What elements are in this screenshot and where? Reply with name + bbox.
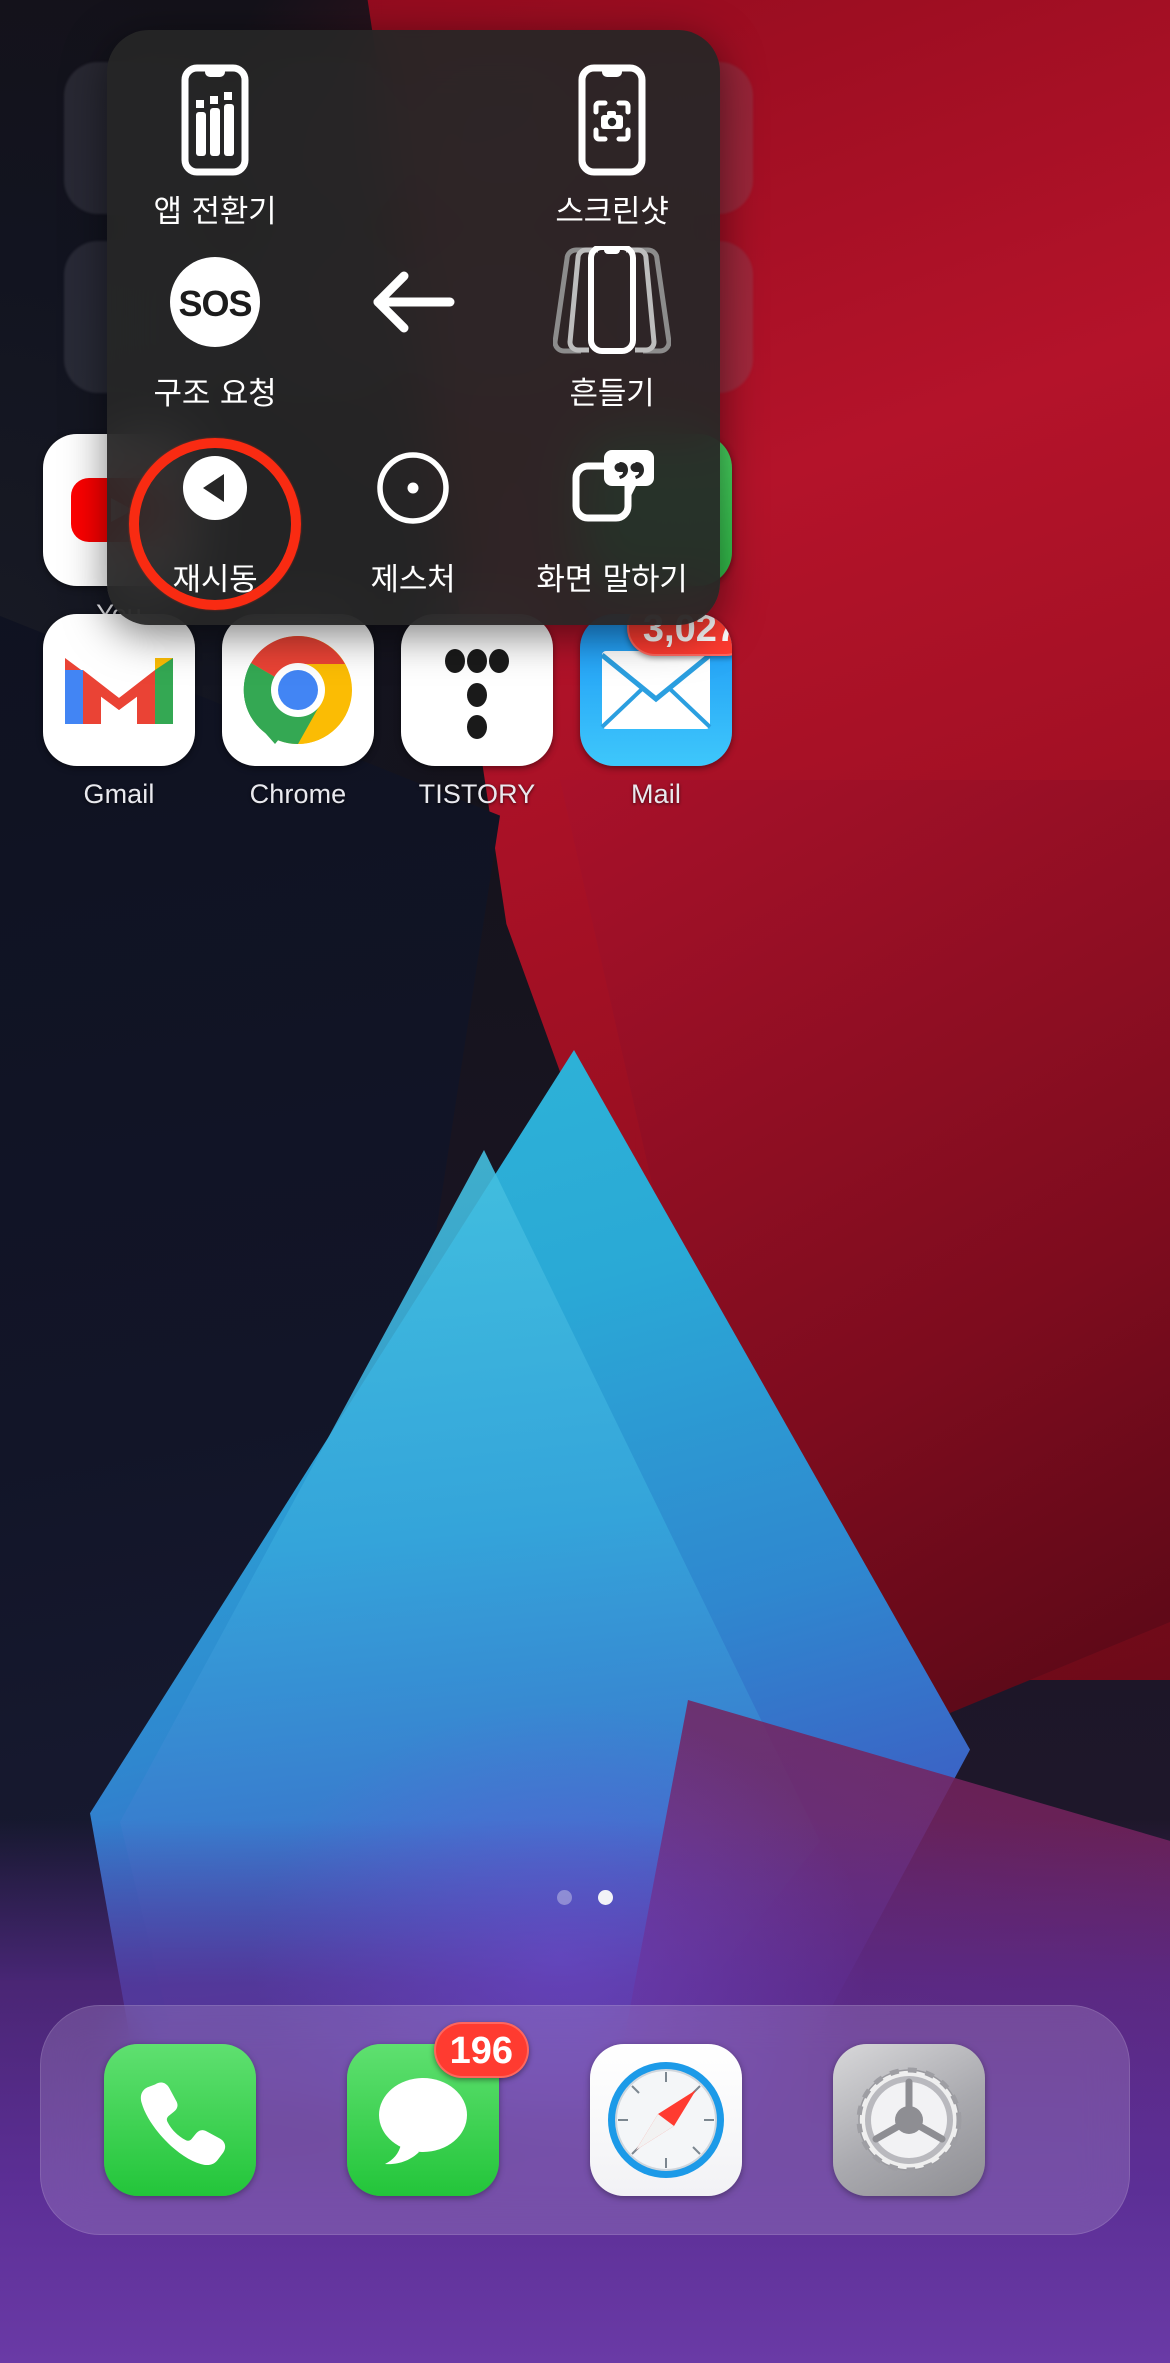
menu-item-app-switcher[interactable]: 앱 전환기 (115, 60, 315, 231)
app-label: Chrome (249, 779, 347, 809)
app-icon-gmail[interactable]: Gmail (36, 614, 202, 810)
screenshot-icon (512, 60, 712, 180)
dock-app-phone[interactable] (104, 2044, 256, 2196)
arrow-left-icon (373, 271, 455, 333)
shake-icon (512, 242, 712, 362)
menu-item-label: 흔들기 (569, 376, 655, 412)
gmail-icon (43, 614, 195, 766)
menu-back-button[interactable] (354, 242, 474, 362)
page-dots[interactable] (0, 1890, 1170, 1905)
mail-icon: 3,027 (580, 614, 732, 766)
app-switcher-icon (115, 60, 315, 180)
chrome-icon (222, 614, 374, 766)
dock-app-safari[interactable] (590, 2044, 742, 2196)
menu-item-screenshot[interactable]: 스크린샷 (512, 60, 712, 231)
menu-item-gestures[interactable]: 제스처 (313, 428, 513, 599)
menu-item-label: 스크린샷 (555, 194, 669, 230)
menu-item-sos[interactable]: SOS 구조 요청 (115, 242, 315, 413)
app-label: Gmail (83, 779, 155, 809)
menu-item-speak-screen[interactable]: 화면 말하기 (512, 428, 712, 599)
app-icon-mail[interactable]: 3,027 Mail (573, 614, 739, 810)
badge-messages: 196 (433, 2022, 529, 2078)
safari-icon (590, 2044, 742, 2196)
menu-item-label: 화면 말하기 (536, 562, 688, 598)
dock: 196 (40, 2005, 1130, 2235)
menu-item-shake[interactable]: 흔들기 (512, 242, 712, 413)
dock-app-settings[interactable] (833, 2044, 985, 2196)
speak-screen-icon (512, 428, 712, 548)
app-icon-chrome[interactable]: Chrome (215, 614, 381, 810)
phone-icon (104, 2044, 256, 2196)
dock-app-messages[interactable]: 196 (347, 2022, 529, 2196)
app-label: Mail (631, 779, 681, 809)
app-label: TISTORY (418, 779, 536, 809)
app-icon-tistory[interactable]: TISTORY (394, 614, 560, 810)
page-dot-2-active[interactable] (598, 1890, 613, 1905)
menu-item-label: 구조 요청 (153, 376, 277, 412)
page-dot-1[interactable] (557, 1890, 572, 1905)
annotation-highlight-circle (129, 438, 301, 610)
menu-item-label: 제스처 (370, 562, 456, 598)
menu-item-label: 앱 전환기 (153, 194, 277, 230)
tistory-icon (401, 614, 553, 766)
svg-text:SOS: SOS (178, 283, 251, 324)
sos-icon: SOS (115, 242, 315, 362)
gesture-dot-icon (313, 428, 513, 548)
settings-icon (833, 2044, 985, 2196)
